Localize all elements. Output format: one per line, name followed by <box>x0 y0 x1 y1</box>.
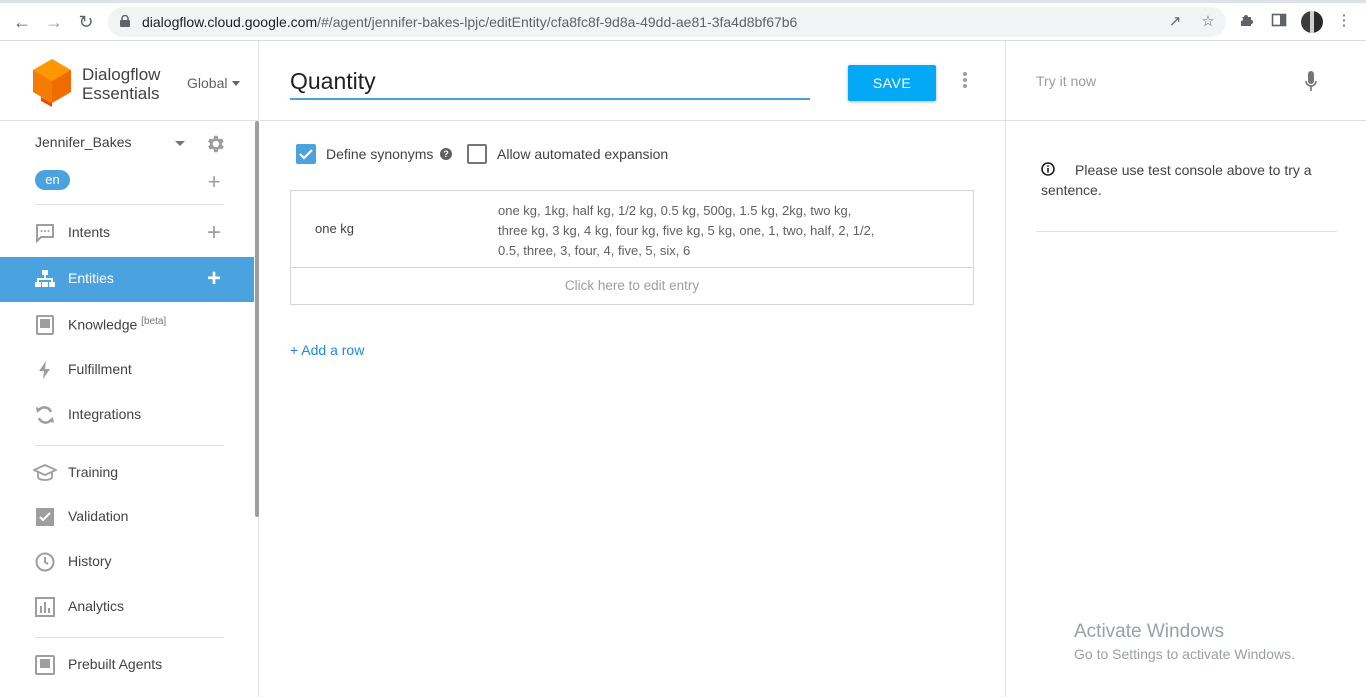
bookmark-star-icon[interactable]: ☆ <box>1199 13 1217 31</box>
add-intent-icon[interactable]: + <box>205 221 223 245</box>
extensions-puzzle-icon[interactable] <box>1238 12 1256 30</box>
sidebar-item-label: Validation <box>68 508 129 524</box>
automated-expansion-label: Allow automated expansion <box>497 146 669 162</box>
sync-icon <box>36 406 54 424</box>
add-row-link[interactable]: + Add a row <box>290 342 364 358</box>
save-button[interactable]: SAVE <box>848 65 936 101</box>
add-entity-icon[interactable]: + <box>205 267 223 291</box>
test-console-header: Try it now <box>1006 41 1366 121</box>
microphone-icon[interactable] <box>1305 71 1317 93</box>
sidebar-scrollbar[interactable] <box>255 121 259 517</box>
gear-icon[interactable] <box>204 133 226 155</box>
share-icon[interactable]: ↗ <box>1166 13 1184 31</box>
sidebar-item-label: Intents <box>68 224 111 240</box>
chat-bubble-icon <box>36 224 54 243</box>
entity-name-input[interactable] <box>290 65 810 100</box>
table-row[interactable]: one kg one kg, 1kg, half kg, 1/2 kg, 0.5… <box>291 191 973 268</box>
browser-menu-icon[interactable]: ⋮ <box>1335 12 1353 30</box>
url-path: /#/agent/jennifer-bakes-lpjc/editEntity/… <box>317 14 798 30</box>
sidebar-item-label: Knowledge [beta] <box>68 316 166 333</box>
edit-entry-placeholder[interactable]: Click here to edit entry <box>291 268 973 304</box>
watermark-title: Activate Windows <box>1074 621 1224 642</box>
address-bar[interactable]: dialogflow.cloud.google.com/#/agent/jenn… <box>108 7 1226 37</box>
check-box-icon <box>36 508 54 526</box>
product-name-line1: Dialogflow <box>82 65 161 84</box>
profile-avatar[interactable] <box>1301 11 1323 33</box>
try-it-now-input[interactable]: Try it now <box>1036 73 1096 89</box>
sidebar-item-training[interactable]: Training <box>0 451 254 496</box>
more-options-icon[interactable] <box>962 72 968 90</box>
side-panel-icon[interactable] <box>1270 12 1288 30</box>
sidebar-divider <box>35 204 224 205</box>
region-selector[interactable]: Global <box>187 75 241 91</box>
graduation-cap-icon <box>33 464 57 481</box>
sidebar-item-intents[interactable]: Intents + <box>0 211 254 256</box>
left-sidebar: Dialogflow Essentials Global Jennifer_Ba… <box>0 41 259 697</box>
test-console-panel: Try it now Please use test console above… <box>1005 41 1366 697</box>
prebuilt-agents-icon <box>35 655 55 675</box>
back-arrow-icon[interactable]: ← <box>12 12 32 32</box>
sidebar-item-label: Entities <box>68 270 114 286</box>
bolt-icon <box>39 361 50 379</box>
define-synonyms-label: Define synonyms <box>326 146 434 162</box>
automated-expansion-checkbox[interactable] <box>467 144 487 164</box>
url-host: dialogflow.cloud.google.com <box>142 14 318 30</box>
editor-header: SAVE <box>260 41 1005 121</box>
logo-header: Dialogflow Essentials Global <box>0 41 259 121</box>
sidebar-item-entities[interactable]: Entities + <box>0 257 254 302</box>
chevron-down-icon <box>232 81 241 86</box>
dialogflow-logo-icon <box>33 59 71 107</box>
product-name-line2: Essentials <box>82 84 160 103</box>
region-label: Global <box>187 75 228 91</box>
sidebar-item-fulfillment[interactable]: Fulfillment <box>0 348 254 393</box>
forward-arrow-icon[interactable]: → <box>44 12 64 32</box>
language-badge[interactable]: en <box>35 170 70 190</box>
browser-toolbar: ← → ↻ dialogflow.cloud.google.com/#/agen… <box>0 0 1366 41</box>
url-text: dialogflow.cloud.google.com/#/agent/jenn… <box>142 14 797 30</box>
help-icon[interactable]: ? <box>440 148 452 160</box>
sidebar-item-analytics[interactable]: Analytics <box>0 585 254 630</box>
book-icon <box>36 315 54 335</box>
sidebar-item-label: History <box>68 553 112 569</box>
windows-activation-watermark: Activate Windows Go to Settings to activ… <box>1074 621 1295 665</box>
sidebar-divider <box>35 445 224 446</box>
tab-strip <box>0 0 1366 3</box>
agent-selector[interactable]: Jennifer_Bakes <box>35 134 132 150</box>
checkmark-icon <box>299 149 313 160</box>
sidebar-item-label: Integrations <box>68 406 142 422</box>
reload-icon[interactable]: ↻ <box>76 12 96 32</box>
synonyms-list[interactable]: one kg, 1kg, half kg, 1/2 kg, 0.5 kg, 50… <box>498 201 878 261</box>
sidebar-item-knowledge[interactable]: Knowledge [beta] <box>0 303 254 348</box>
add-language-icon[interactable]: + <box>206 171 222 193</box>
sidebar-item-label: Training <box>68 464 119 480</box>
bar-chart-icon <box>35 597 55 617</box>
test-console-hint: Please use test console above to try a s… <box>1041 162 1312 198</box>
sidebar-item-label: Analytics <box>68 598 125 614</box>
product-name: Dialogflow Essentials <box>82 65 160 103</box>
sidebar-item-history[interactable]: History <box>0 540 254 585</box>
sidebar-item-integrations[interactable]: Integrations <box>0 393 254 438</box>
define-synonyms-checkbox[interactable] <box>296 144 316 164</box>
sidebar-item-validation[interactable]: Validation <box>0 495 254 540</box>
clock-icon <box>35 552 55 572</box>
sidebar-item-prebuilt-agents[interactable]: Prebuilt Agents <box>0 643 254 688</box>
sidebar-item-label: Prebuilt Agents <box>68 656 163 672</box>
entries-table: one kg one kg, 1kg, half kg, 1/2 kg, 0.5… <box>290 190 974 305</box>
panel-divider <box>1036 231 1337 232</box>
watermark-subtitle: Go to Settings to activate Windows. <box>1074 646 1295 662</box>
sidebar-item-label: Fulfillment <box>68 361 132 377</box>
hierarchy-icon <box>35 270 55 287</box>
lock-icon <box>120 15 130 27</box>
beta-badge: [beta] <box>141 316 167 327</box>
entity-editor: SAVE Define synonyms ? Allow automated e… <box>260 41 1005 697</box>
knowledge-label: Knowledge <box>68 316 138 333</box>
reference-value[interactable]: one kg <box>315 221 354 236</box>
chevron-down-icon[interactable] <box>175 141 185 146</box>
sidebar-divider <box>35 637 224 638</box>
